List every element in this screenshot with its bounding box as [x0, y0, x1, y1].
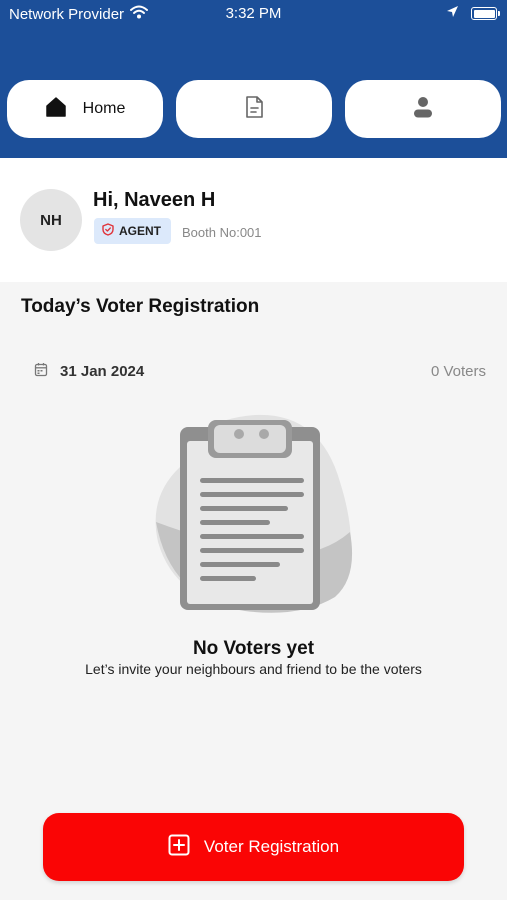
voter-registration-button[interactable]: Voter Registration — [43, 813, 464, 881]
section-title: Today’s Voter Registration — [21, 296, 260, 317]
status-right — [446, 5, 500, 22]
shield-icon — [102, 223, 114, 239]
status-time: 3:32 PM — [225, 5, 282, 22]
location-arrow-icon — [446, 5, 459, 22]
home-icon — [45, 96, 67, 123]
tab-home[interactable]: Home — [7, 80, 163, 138]
clipboard-illustration — [150, 412, 356, 614]
role-badge-label: AGENT — [119, 224, 161, 238]
status-bar: Network Provider 3:32 PM — [0, 0, 507, 28]
profile-card: NH Hi, Naveen H AGENT Booth No:001 — [0, 158, 507, 282]
document-icon — [243, 95, 265, 124]
user-icon — [412, 95, 434, 124]
calendar-icon — [34, 362, 48, 381]
date-row: 31 Jan 2024 — [34, 362, 144, 381]
greeting: Hi, Naveen H — [93, 189, 216, 211]
voter-registration-label: Voter Registration — [203, 837, 340, 856]
role-badge: AGENT — [94, 218, 171, 244]
avatar[interactable]: NH — [20, 189, 82, 251]
app-header: Network Provider 3:32 PM Home — [0, 0, 507, 158]
empty-state-subtitle: Let’s invite your neighbours and friend … — [85, 661, 422, 677]
tab-profile[interactable] — [345, 80, 501, 138]
tab-home-label: Home — [82, 100, 126, 117]
voter-count: 0 Voters — [430, 363, 486, 380]
empty-state-title: No Voters yet — [192, 638, 315, 659]
booth-number: Booth No:001 — [182, 225, 262, 240]
registration-date: 31 Jan 2024 — [60, 363, 145, 380]
battery-icon — [471, 7, 500, 20]
plus-square-icon — [168, 834, 190, 861]
tab-documents[interactable] — [176, 80, 332, 138]
